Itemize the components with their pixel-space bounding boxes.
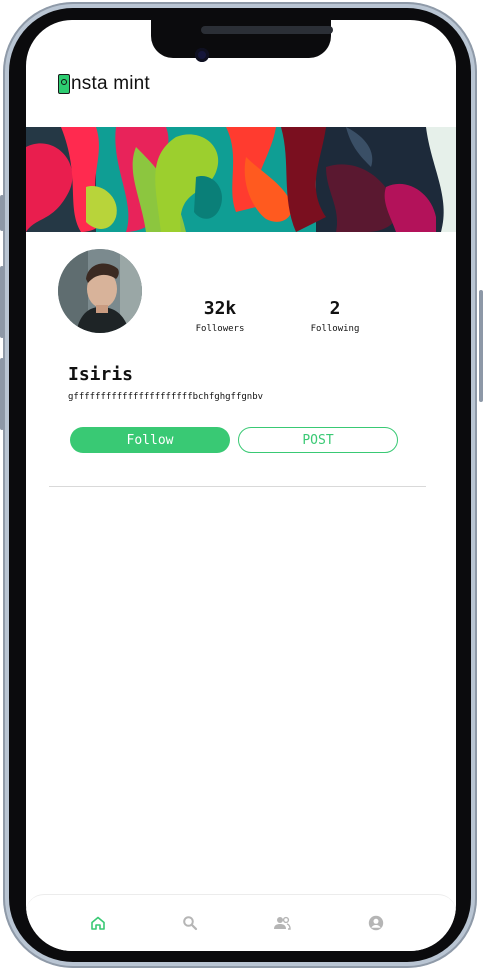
post-button[interactable]: POST (238, 427, 398, 453)
nav-profile[interactable] (366, 913, 386, 933)
search-icon (183, 916, 198, 931)
app-name: nsta mint (71, 73, 150, 94)
app-logo[interactable]: nsta mint (58, 73, 150, 95)
app-screen: nsta mint 32k Followers 2 Following Isir… (26, 20, 456, 951)
profile-avatar[interactable] (58, 249, 142, 333)
content-divider (49, 486, 426, 487)
bottom-nav (26, 894, 456, 951)
profile-name: Isiris (68, 364, 134, 385)
nav-people[interactable] (272, 913, 292, 933)
following-count: 2 (329, 298, 341, 319)
followers-count: 32k (203, 298, 237, 319)
following-stat[interactable]: 2 Following (285, 298, 385, 334)
cover-image (26, 127, 456, 232)
people-icon (274, 916, 291, 930)
front-camera (195, 48, 209, 62)
nav-home[interactable] (88, 913, 108, 933)
speaker-grille (201, 26, 333, 34)
mint-logo-icon (58, 74, 70, 94)
phone-power-button (479, 290, 483, 402)
nav-search[interactable] (180, 913, 200, 933)
home-icon (91, 916, 105, 930)
follow-button[interactable]: Follow (70, 427, 230, 453)
followers-label: Followers (195, 324, 245, 334)
profile-bio: gffffffffffffffffffffffbchfghgffgnbv (68, 392, 264, 402)
following-label: Following (310, 324, 360, 334)
followers-stat[interactable]: 32k Followers (170, 298, 270, 334)
profile-icon (368, 915, 384, 931)
